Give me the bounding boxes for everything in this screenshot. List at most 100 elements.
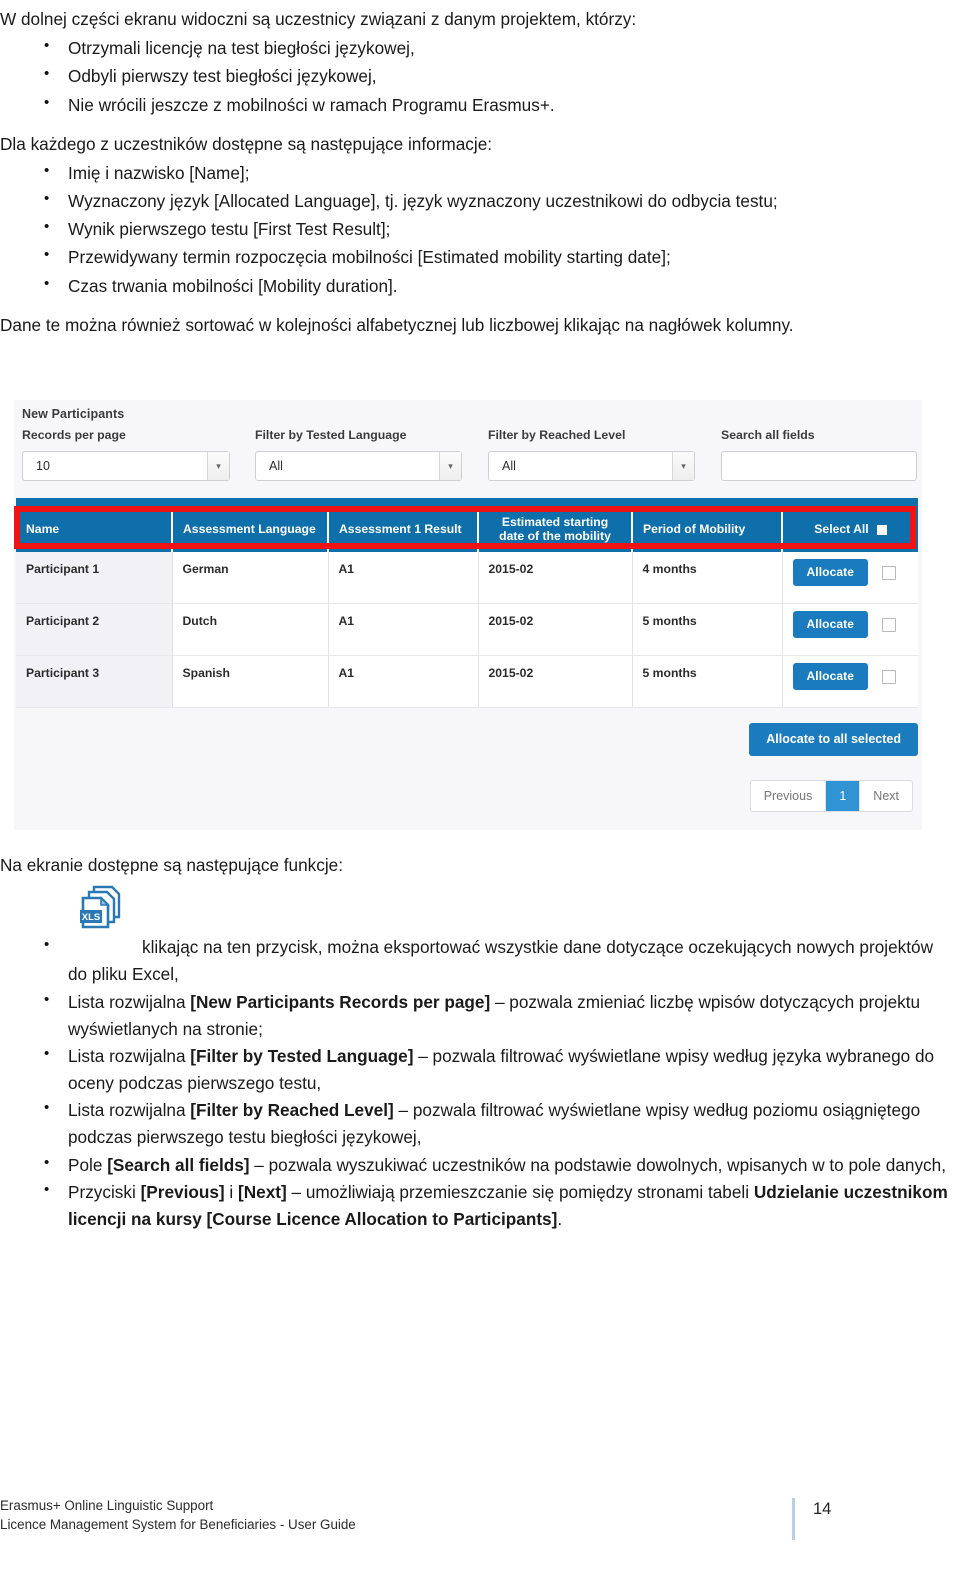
functions-section: Na ekranie dostępne są następujące funkc… (0, 852, 952, 1233)
functions-heading: Na ekranie dostępne są następujące funkc… (0, 855, 344, 875)
cell-name: Participant 3 (16, 655, 173, 709)
cell-period: 5 months (632, 603, 783, 657)
allocate-to-all-selected-button[interactable]: Allocate to all selected (749, 723, 918, 756)
table-row: Participant 1 German A1 2015-02 4 months… (16, 551, 918, 605)
list-item: Pole [Search all fields] – pozwala wyszu… (0, 1151, 952, 1179)
bullet-text: – umożliwiają przemieszczanie się pomięd… (286, 1181, 754, 1202)
bullet-bold: [Filter by Reached Level] (190, 1100, 394, 1121)
chevron-down-icon[interactable]: ▾ (672, 452, 694, 480)
list-item: Czas trwania mobilności [Mobility durati… (0, 272, 952, 300)
bullet-text: Imię i nazwisko [Name]; (68, 162, 250, 183)
bullet-text: Nie wrócili jeszcze z mobilności w ramac… (68, 94, 555, 115)
intro-bullet-list: Otrzymali licencję na test biegłości jęz… (0, 34, 952, 119)
info-heading: Dla każdego z uczestników dostępne są na… (0, 133, 493, 154)
footer-line-1: Erasmus+ Online Linguistic Support (0, 1498, 214, 1513)
bullet-prefix: Pole (68, 1154, 108, 1175)
records-per-page-control: Records per page 10 ▾ (22, 428, 230, 481)
bullet-prefix: Lista rozwijalna (68, 991, 191, 1012)
bullet-text: i (224, 1181, 239, 1202)
bullet-bold: [Next] (238, 1181, 287, 1202)
cell-start-date: 2015-02 (478, 603, 633, 657)
chevron-down-icon[interactable]: ▾ (439, 452, 461, 480)
row-checkbox[interactable] (881, 618, 896, 633)
cell-language: Dutch (172, 603, 329, 657)
allocate-button[interactable]: Allocate (792, 611, 868, 639)
filter-reached-level-value: All (502, 459, 516, 473)
document-page: W dolnej części ekranu widoczni są uczes… (0, 0, 960, 1584)
records-per-page-label: Records per page (22, 428, 126, 442)
pagination: Previous 1 Next (749, 780, 913, 812)
list-item-pagination: Przyciski [Previous] i [Next] – umożliwi… (0, 1178, 952, 1233)
list-item: Wyznaczony język [Allocated Language], t… (0, 187, 952, 215)
footer-line-2: Licence Management System for Beneficiar… (0, 1517, 356, 1533)
row-checkbox[interactable] (881, 565, 896, 580)
column-header-select-all[interactable]: Select All (782, 507, 918, 552)
allocate-button[interactable]: Allocate (792, 558, 868, 586)
filter-reached-level-control: Filter by Reached Level All ▾ (488, 428, 695, 481)
cell-result: A1 (328, 603, 479, 657)
table-row: Participant 2 Dutch A1 2015-02 5 months … (16, 603, 918, 657)
document-body: W dolnej części ekranu widoczni są uczes… (0, 6, 952, 341)
cell-result: A1 (328, 551, 479, 605)
allocate-button[interactable]: Allocate (792, 663, 868, 691)
list-item: Odbyli pierwszy test biegłości językowej… (0, 62, 952, 90)
footer-page-number-block: 14 (792, 1498, 831, 1540)
cell-period: 4 months (632, 551, 783, 605)
panel-title: New Participants (22, 407, 125, 421)
cell-language: German (172, 551, 329, 605)
cell-actions: Allocate (782, 551, 918, 605)
chevron-down-icon[interactable]: ▾ (207, 452, 229, 480)
list-item: Otrzymali licencję na test biegłości jęz… (0, 34, 952, 62)
list-item-export: klikając na ten przycisk, można eksporto… (0, 933, 952, 988)
column-header-period-of-mobility[interactable]: Period of Mobility (632, 507, 783, 552)
bullet-bold: [Search all fields] (107, 1154, 250, 1175)
bullet-text: Czas trwania mobilności [Mobility durati… (68, 275, 398, 296)
filter-tested-language-value: All (269, 459, 283, 473)
records-per-page-value: 10 (36, 459, 50, 473)
cell-start-date: 2015-02 (478, 655, 633, 709)
table-row: Participant 3 Spanish A1 2015-02 5 month… (16, 655, 918, 709)
functions-bullet-list: klikając na ten przycisk, można eksporto… (0, 933, 952, 1233)
cell-actions: Allocate (782, 655, 918, 709)
screenshot-canvas: New Participants Records per page 10 ▾ F… (14, 400, 922, 830)
list-item: Imię i nazwisko [Name]; (0, 159, 952, 187)
pagination-page-1[interactable]: 1 (826, 781, 861, 811)
row-checkbox[interactable] (881, 670, 896, 685)
filter-reached-level-label: Filter by Reached Level (488, 428, 626, 442)
cell-name: Participant 1 (16, 551, 173, 605)
xls-export-icon[interactable]: XLS (74, 884, 124, 932)
list-item: Nie wrócili jeszcze z mobilności w ramac… (0, 91, 952, 119)
bullet-prefix: Lista rozwijalna (68, 1045, 191, 1066)
pagination-previous[interactable]: Previous (751, 781, 827, 811)
search-input[interactable] (721, 451, 917, 481)
xls-icon-graphic: XLS (80, 885, 121, 929)
table-header-topbar (16, 498, 918, 507)
search-all-fields-label: Search all fields (721, 428, 815, 442)
filter-tested-language-select[interactable]: All ▾ (255, 451, 462, 481)
bullet-text: Odbyli pierwszy test biegłości językowej… (68, 66, 377, 87)
list-item: Lista rozwijalna [New Participants Recor… (0, 988, 952, 1043)
cell-actions: Allocate (782, 603, 918, 657)
bullet-text: Wyznaczony język [Allocated Language], t… (68, 191, 778, 212)
table-header-row: Name Assessment Language Assessment 1 Re… (16, 507, 918, 552)
table-header: Name Assessment Language Assessment 1 Re… (16, 507, 918, 552)
column-header-assessment-result[interactable]: Assessment 1 Result (328, 507, 479, 552)
column-header-name[interactable]: Name (16, 507, 173, 552)
pagination-next[interactable]: Next (860, 781, 912, 811)
page-number: 14 (813, 1500, 832, 1518)
bullet-text: Przewidywany termin rozpoczęcia mobilnoś… (68, 247, 671, 268)
select-all-checkbox[interactable] (876, 524, 887, 535)
filter-reached-level-select[interactable]: All ▾ (488, 451, 695, 481)
intro-paragraph: W dolnej części ekranu widoczni są uczes… (0, 9, 637, 29)
filter-tested-language-label: Filter by Tested Language (255, 428, 407, 442)
bullet-prefix: Przyciski (68, 1181, 141, 1202)
bullet-bold: [Previous] (140, 1181, 225, 1202)
column-header-assessment-language[interactable]: Assessment Language (172, 507, 329, 552)
cell-start-date: 2015-02 (478, 551, 633, 605)
records-per-page-select[interactable]: 10 ▾ (22, 451, 230, 481)
list-item: Przewidywany termin rozpoczęcia mobilnoś… (0, 243, 952, 271)
bullet-prefix: Lista rozwijalna (68, 1100, 191, 1121)
column-header-estimated-start-date[interactable]: Estimated starting date of the mobility (478, 507, 633, 552)
